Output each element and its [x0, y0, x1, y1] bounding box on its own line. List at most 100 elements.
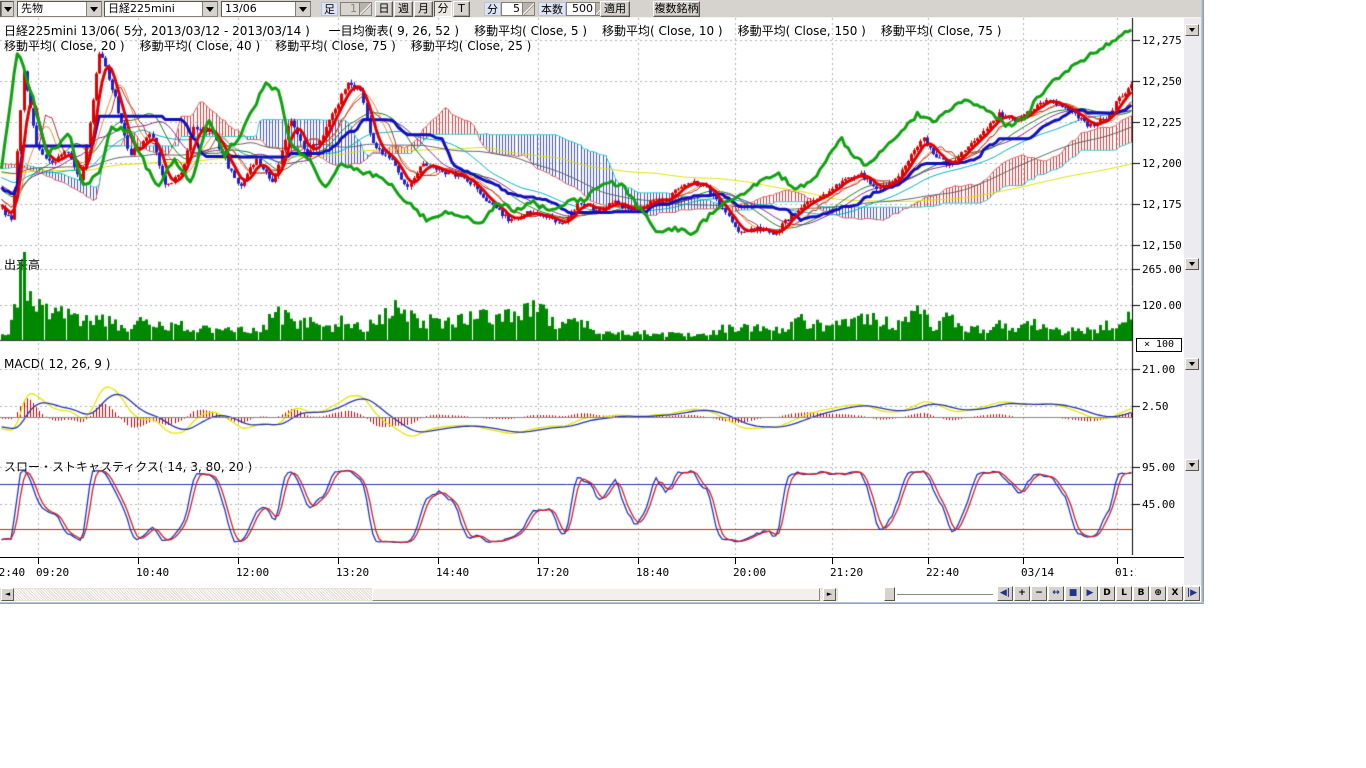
price-pane-dropdown-button[interactable] [1185, 24, 1199, 36]
clipped-combo-partial[interactable] [0, 1, 14, 17]
minute-spinner[interactable]: 5 [501, 2, 535, 16]
period-day-button[interactable]: 日 [375, 1, 393, 17]
time-tick [338, 558, 339, 564]
period-tick-button[interactable]: T [453, 1, 470, 17]
jump-to-end-button[interactable]: |▶ [1184, 586, 1200, 601]
period-month-button[interactable]: 月 [414, 1, 433, 17]
volume-axis-tick-label: 265.00 [1142, 263, 1182, 276]
time-tick [38, 558, 39, 564]
period-week-button[interactable]: 週 [394, 1, 413, 17]
time-tick-label: 09:20 [36, 566, 69, 579]
contract-month-value: 13/06 [222, 2, 295, 16]
time-tick [638, 558, 639, 564]
line-mode-button[interactable]: L [1116, 586, 1132, 601]
mode-d-button[interactable]: D [1099, 586, 1115, 601]
bar-count-value: 500 [567, 3, 595, 15]
volume-axis-tick-label: 120.00 [1142, 299, 1182, 312]
time-tick-label: 01:20 [1115, 566, 1136, 579]
time-tick-label: 03/14 [1021, 566, 1054, 579]
stop-button[interactable]: ■ [1065, 586, 1081, 601]
combo-dropdown-icon[interactable] [202, 2, 217, 16]
volume-multiplier-badge: × 100 [1136, 338, 1182, 352]
chart-application-window: 先物 日経225mini 13/06 足 1 日 週 月 分 T 分 5 本数 … [0, 0, 1204, 604]
price-axis-tick-label: 12,250 [1142, 75, 1182, 88]
pan-mode-button[interactable]: ↔ [1048, 586, 1064, 601]
scrollbar-right-arrow-icon[interactable]: ► [823, 588, 836, 601]
combo-dropdown-icon[interactable] [295, 2, 310, 16]
chart-region: 日経225mini 13/06( 5分, 2013/03/12 - 2013/0… [0, 18, 1204, 584]
time-tick-label: 17:20 [536, 566, 569, 579]
category-combo[interactable]: 先物 [17, 1, 102, 17]
time-tick [735, 558, 736, 564]
main-toolbar: 先物 日経225mini 13/06 足 1 日 週 月 分 T 分 5 本数 … [0, 0, 1204, 18]
window-right-edge [1201, 0, 1204, 604]
price-axis-tick-label: 12,200 [1142, 157, 1182, 170]
bar-interval-value: 1 [341, 3, 359, 15]
pane-options-strip [1184, 18, 1201, 585]
zoom-out-button[interactable]: − [1031, 586, 1047, 601]
time-tick [1117, 558, 1118, 564]
time-tick [438, 558, 439, 564]
scrollbar-thumb[interactable] [372, 588, 820, 601]
spinner-updown-icon[interactable] [359, 3, 371, 15]
time-tick [928, 558, 929, 564]
time-tick-label: 02:40 [0, 566, 25, 579]
combo-dropdown-icon[interactable] [1, 2, 13, 16]
time-tick-label: 12:00 [236, 566, 269, 579]
delete-button[interactable]: X [1167, 586, 1183, 601]
time-tick [238, 558, 239, 564]
time-tick [1023, 558, 1024, 564]
symbol-combo[interactable]: 日経225mini [104, 1, 218, 17]
time-tick-label: 10:40 [136, 566, 169, 579]
chevron-down-icon [1189, 28, 1195, 32]
stoch-axis-tick-label: 45.00 [1142, 498, 1175, 511]
time-tick-label: 20:00 [733, 566, 766, 579]
spinner-updown-icon[interactable] [522, 3, 534, 15]
category-value: 先物 [18, 2, 86, 16]
time-tick-label: 22:40 [926, 566, 959, 579]
multi-symbol-button[interactable]: 複数銘柄 [653, 1, 700, 17]
apply-button[interactable]: 適用 [600, 1, 630, 17]
zoom-slider-groove[interactable] [897, 594, 993, 596]
contract-month-combo[interactable]: 13/06 [221, 1, 311, 17]
price-axis-tick-label: 12,225 [1142, 116, 1182, 129]
time-axis: 02:40 09:20 10:40 12:00 13:20 14:40 17:20 18:40… [0, 557, 1136, 583]
stoch-axis-tick-label: 95.00 [1142, 461, 1175, 474]
chevron-down-icon [1189, 463, 1195, 467]
bar-mode-button[interactable]: B [1133, 586, 1149, 601]
macd-axis-tick-label: 21.00 [1142, 363, 1175, 376]
macd-pane-dropdown-button[interactable] [1185, 358, 1199, 370]
chevron-down-icon [1189, 362, 1195, 366]
period-minute-button[interactable]: 分 [434, 1, 452, 17]
combo-dropdown-icon[interactable] [86, 2, 101, 16]
time-tick-label: 14:40 [436, 566, 469, 579]
chevron-down-icon [1189, 262, 1195, 266]
bar-count-label: 本数 [538, 2, 566, 16]
price-axis-tick-label: 12,275 [1142, 34, 1182, 47]
price-axis-tick-label: 12,150 [1142, 239, 1182, 252]
time-tick-label: 21:20 [830, 566, 863, 579]
jump-to-start-button[interactable]: ◀| [997, 586, 1013, 601]
zoom-slider-handle[interactable] [884, 587, 895, 601]
symbol-value: 日経225mini [105, 2, 202, 16]
macd-axis-tick-label: 2.50 [1142, 400, 1169, 413]
price-axis-tick-label: 12,175 [1142, 198, 1182, 211]
bar-interval-label: 足 [321, 2, 338, 16]
bar-interval-spinner[interactable]: 1 [340, 2, 372, 16]
scrollbar-left-arrow-icon[interactable]: ◄ [1, 588, 14, 601]
scroll-right-button[interactable]: ▶ [1082, 586, 1098, 601]
bottom-toolbar: ◄ ► ◀|+−↔■▶DLB⊕X|▶ [0, 586, 1204, 602]
volume-pane-dropdown-button[interactable] [1185, 258, 1199, 270]
stoch-pane-dropdown-button[interactable] [1185, 459, 1199, 471]
time-tick-label: 18:40 [636, 566, 669, 579]
minute-label: 分 [484, 2, 501, 16]
time-tick [538, 558, 539, 564]
window-bottom-edge [0, 602, 1204, 604]
time-tick-label: 13:20 [336, 566, 369, 579]
chart-canvas[interactable] [0, 18, 1140, 555]
zoom-in-button[interactable]: + [1014, 586, 1030, 601]
time-tick [138, 558, 139, 564]
minute-value: 5 [502, 3, 522, 15]
time-tick [832, 558, 833, 564]
crosshair-button[interactable]: ⊕ [1150, 586, 1166, 601]
